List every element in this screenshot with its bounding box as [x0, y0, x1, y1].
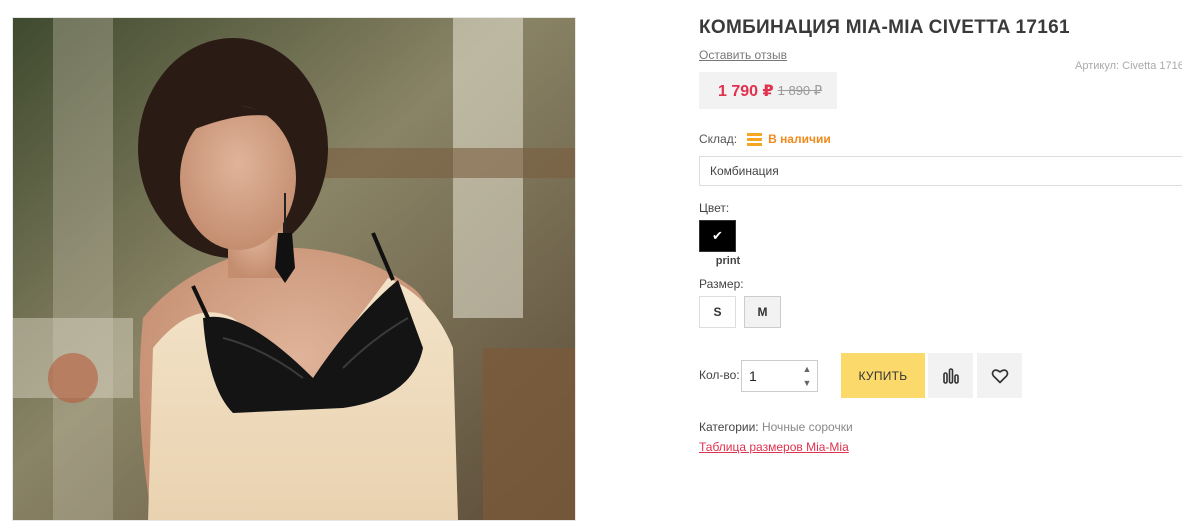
color-swatch-print[interactable]: ✔: [699, 220, 736, 252]
price-old: 1 890 ₽: [777, 82, 823, 98]
compare-bars-icon: [942, 367, 959, 384]
quantity-arrows: ▲ ▼: [800, 363, 814, 389]
wishlist-button[interactable]: [977, 353, 1022, 398]
size-option-m[interactable]: M: [744, 296, 781, 328]
categories: Категории: Ночные сорочки: [699, 420, 853, 434]
buy-button[interactable]: КУПИТЬ: [841, 353, 925, 398]
size-table-link[interactable]: Таблица размеров Mia-Mia: [699, 440, 849, 454]
size-label: Размер:: [699, 277, 744, 291]
chevron-up-icon[interactable]: ▲: [803, 363, 812, 375]
product-photo[interactable]: [12, 17, 576, 521]
product-type-field[interactable]: Комбинация: [699, 156, 1182, 186]
category-link[interactable]: Ночные сорочки: [762, 420, 853, 434]
compare-button[interactable]: [928, 353, 973, 398]
leave-review-link[interactable]: Оставить отзыв: [699, 48, 787, 62]
stock-status: Склад: В наличии: [699, 132, 831, 146]
categories-label: Категории:: [699, 420, 759, 434]
sku-label: Артикул: Civetta 17161: [1075, 60, 1182, 72]
product-photo-image: [13, 18, 575, 520]
stock-bars-icon: [747, 132, 763, 146]
heart-icon: [991, 368, 1008, 383]
quantity-stepper: ▲ ▼: [741, 360, 818, 392]
size-option-s[interactable]: S: [699, 296, 736, 328]
quantity-label: Кол-во:: [699, 368, 740, 382]
price-box: 1 790 ₽ 1 890 ₽: [699, 72, 837, 109]
color-name: print: [715, 255, 741, 267]
product-title: КОМБИНАЦИЯ MIA-MIA CIVETTA 17161: [699, 17, 1070, 38]
chevron-down-icon[interactable]: ▼: [803, 377, 812, 389]
quantity-input[interactable]: [742, 361, 798, 391]
stock-value: В наличии: [768, 132, 831, 146]
checkmark-icon: ✔: [712, 228, 723, 243]
color-label: Цвет:: [699, 201, 730, 215]
price-current: 1 790 ₽: [718, 82, 774, 100]
stock-label: Склад:: [699, 132, 738, 146]
